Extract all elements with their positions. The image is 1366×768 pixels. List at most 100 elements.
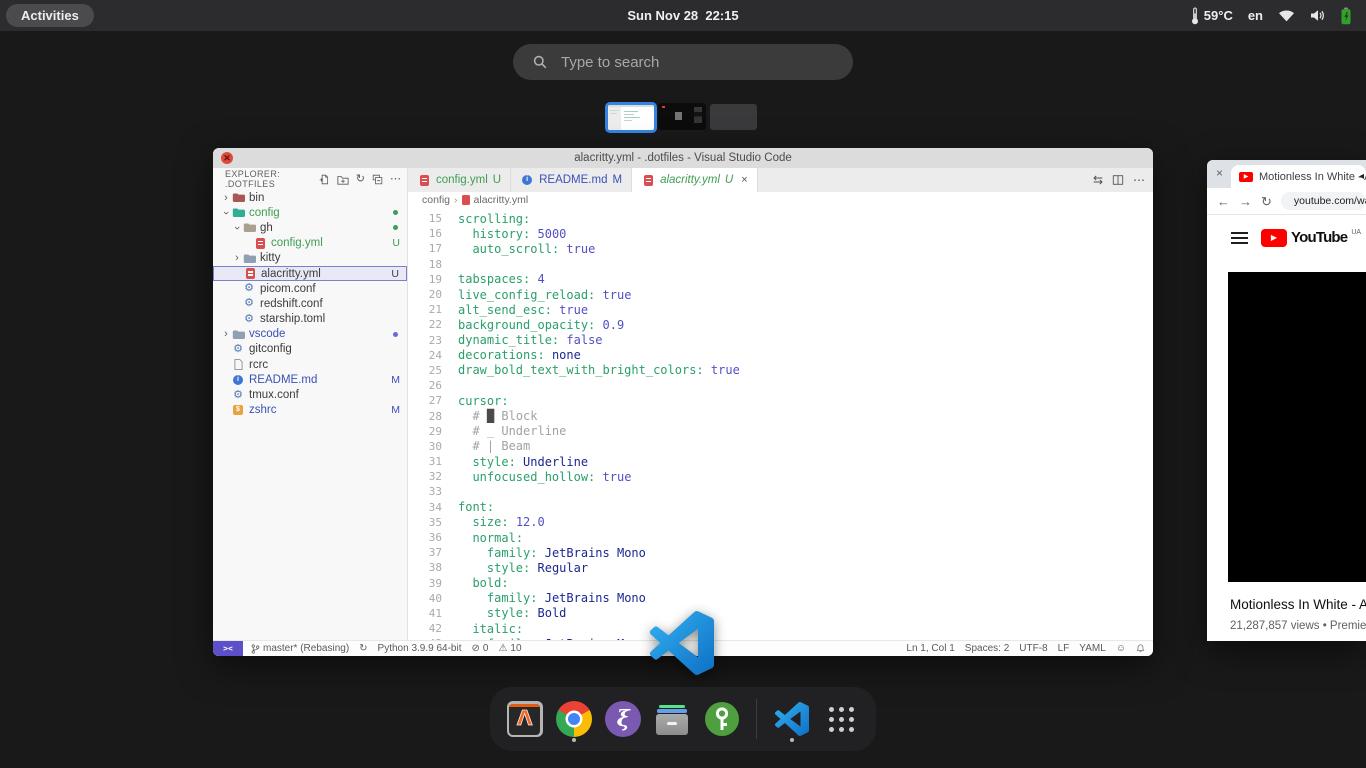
breadcrumb[interactable]: config › alacritty.yml [408, 192, 1153, 208]
keyboard-layout-indicator[interactable]: en [1248, 8, 1263, 23]
tab-close-icon[interactable]: × [741, 174, 747, 186]
tree-item-bin[interactable]: ›bin [213, 190, 407, 205]
tree-item-gh[interactable]: ›gh [213, 220, 407, 235]
code-line-42[interactable]: 42 italic: [408, 621, 1153, 636]
tree-item-tmux-conf[interactable]: ⚙tmux.conf [213, 387, 407, 402]
workspace-thumbnail-new[interactable] [710, 104, 757, 130]
tree-item-redshift-conf[interactable]: ⚙redshift.conf [213, 296, 407, 311]
statusbar-item-python-3-9-9-64-bit[interactable]: Python 3.9.9 64-bit [378, 643, 462, 654]
more-editor-actions-icon[interactable]: ⋯ [1133, 174, 1145, 186]
code-line-15[interactable]: 15scrolling: [408, 211, 1153, 226]
new-file-icon[interactable] [319, 174, 330, 185]
code-line-33[interactable]: 33 [408, 484, 1153, 499]
tree-item-alacritty-yml[interactable]: alacritty.ymlU [213, 266, 407, 281]
code-line-37[interactable]: 37 family: JetBrains Mono [408, 545, 1153, 560]
code-line-32[interactable]: 32 unfocused_hollow: true [408, 469, 1153, 484]
tree-item-picom-conf[interactable]: ⚙picom.conf [213, 281, 407, 296]
new-folder-icon[interactable] [337, 174, 349, 185]
workspace-thumbnail-youtube[interactable] [658, 103, 706, 130]
system-status-area[interactable]: 59°C en [1191, 0, 1352, 31]
code-line-20[interactable]: 20live_config_reload: true [408, 287, 1153, 302]
dock-item-apps-grid[interactable] [823, 695, 860, 743]
youtube-logo[interactable]: ▶ YouTube UA [1261, 229, 1361, 247]
tree-item-starship-toml[interactable]: ⚙starship.toml [213, 312, 407, 327]
split-editor-icon[interactable] [1112, 174, 1124, 186]
code-line-38[interactable]: 38 style: Regular [408, 560, 1153, 575]
statusbar-item-10[interactable]: ⚠10 [498, 643, 521, 654]
workspace-thumbnail-vscode[interactable] [605, 102, 657, 133]
adjacent-tab-close-icon[interactable]: × [1216, 166, 1223, 180]
code-line-39[interactable]: 39 bold: [408, 576, 1153, 591]
code-line-36[interactable]: 36 normal: [408, 530, 1153, 545]
dock-item-files[interactable] [654, 695, 691, 743]
search-input[interactable] [559, 53, 803, 72]
statusbar-item[interactable]: ↻ [359, 644, 367, 654]
dock-item-passwords[interactable] [703, 695, 740, 743]
open-changes-icon[interactable]: ⇆ [1093, 174, 1103, 186]
tree-item-kitty[interactable]: ›kitty [213, 251, 407, 266]
window-close-button[interactable]: ✕ [221, 152, 233, 164]
code-line-16[interactable]: 16 history: 5000 [408, 226, 1153, 241]
statusbar-item-0[interactable]: ⊘0 [472, 643, 489, 654]
overview-search-bar[interactable] [513, 44, 853, 80]
active-browser-tab[interactable]: ▶ Motionless In White - A ◂ [1231, 165, 1366, 188]
refresh-icon[interactable]: ↻ [356, 174, 365, 185]
code-line-31[interactable]: 31 style: Underline [408, 454, 1153, 469]
breadcrumb-folder[interactable]: config [422, 194, 450, 206]
editor-tab-alacritty-yml[interactable]: alacritty.ymlU× [632, 168, 758, 192]
collapse-all-icon[interactable] [372, 174, 383, 185]
code-line-24[interactable]: 24decorations: none [408, 348, 1153, 363]
code-line-26[interactable]: 26 [408, 378, 1153, 393]
dock-item-emacs[interactable]: ξ [605, 695, 642, 743]
statusbar-item-lf[interactable]: LF [1058, 643, 1070, 654]
editor-tab-config-yml[interactable]: config.ymlU [408, 168, 511, 192]
code-line-18[interactable]: 18 [408, 257, 1153, 272]
editor-tab-readme-md[interactable]: iREADME.mdM [511, 168, 632, 192]
forward-icon[interactable]: → [1239, 195, 1252, 208]
code-line-34[interactable]: 34font: [408, 500, 1153, 515]
breadcrumb-file[interactable]: alacritty.yml [474, 194, 529, 206]
statusbar-item-yaml[interactable]: YAML [1079, 643, 1106, 654]
code-line-41[interactable]: 41 style: Bold [408, 606, 1153, 621]
code-line-35[interactable]: 35 size: 12.0 [408, 515, 1153, 530]
tree-item-readme-md[interactable]: iREADME.mdM [213, 372, 407, 387]
reload-icon[interactable]: ↻ [1261, 195, 1272, 208]
tree-item-gitconfig[interactable]: ⚙gitconfig [213, 342, 407, 357]
tree-item-config[interactable]: ›config [213, 205, 407, 220]
remote-indicator[interactable]: >< [213, 641, 243, 656]
code-line-25[interactable]: 25draw_bold_text_with_bright_colors: tru… [408, 363, 1153, 378]
vscode-titlebar[interactable]: ✕ alacritty.yml - .dotfiles - Visual Stu… [213, 148, 1153, 168]
vscode-window[interactable]: ✕ alacritty.yml - .dotfiles - Visual Stu… [213, 148, 1153, 656]
more-actions-icon[interactable]: ⋯ [390, 174, 401, 185]
code-line-23[interactable]: 23dynamic_title: false [408, 333, 1153, 348]
code-editor[interactable]: 15scrolling:16 history: 500017 auto_scro… [408, 208, 1153, 640]
statusbar-item-utf-8[interactable]: UTF-8 [1019, 643, 1047, 654]
statusbar-item-master-rebasing-[interactable]: master* (Rebasing) [251, 643, 349, 655]
statusbar-item-ln-1-col-1[interactable]: Ln 1, Col 1 [906, 643, 954, 654]
dock-item-alacritty[interactable]: Λ [506, 695, 543, 743]
video-player[interactable] [1228, 272, 1366, 582]
code-line-40[interactable]: 40 family: JetBrains Mono [408, 591, 1153, 606]
dock-item-chrome[interactable] [555, 695, 592, 743]
tree-item-zshrc[interactable]: $zshrcM [213, 403, 407, 418]
address-bar[interactable]: youtube.com/wa [1281, 192, 1366, 210]
code-line-22[interactable]: 22background_opacity: 0.9 [408, 317, 1153, 332]
code-line-30[interactable]: 30 # | Beam [408, 439, 1153, 454]
code-line-21[interactable]: 21alt_send_esc: true [408, 302, 1153, 317]
clock[interactable]: Sun Nov 28 22:15 [0, 0, 1366, 31]
tree-item-rcrc[interactable]: rcrc [213, 357, 407, 372]
code-line-27[interactable]: 27cursor: [408, 393, 1153, 408]
code-line-19[interactable]: 19tabspaces: 4 [408, 272, 1153, 287]
statusbar-item-spaces-2[interactable]: Spaces: 2 [965, 643, 1009, 654]
code-line-17[interactable]: 17 auto_scroll: true [408, 241, 1153, 256]
statusbar-item[interactable]: ☺ [1116, 644, 1126, 654]
code-line-28[interactable]: 28 # █ Block [408, 408, 1153, 423]
chrome-window[interactable]: × ▶ Motionless In White - A ◂ ← → ↻ yout… [1207, 160, 1366, 641]
hamburger-menu-icon[interactable] [1231, 232, 1248, 244]
dock-item-vscode[interactable] [773, 695, 810, 743]
code-line-29[interactable]: 29 # _ Underline [408, 424, 1153, 439]
tree-item-config-yml[interactable]: config.ymlU [213, 236, 407, 251]
statusbar-item[interactable] [1136, 643, 1145, 654]
back-icon[interactable]: ← [1217, 195, 1230, 208]
tree-item-vscode[interactable]: ›vscode [213, 327, 407, 342]
